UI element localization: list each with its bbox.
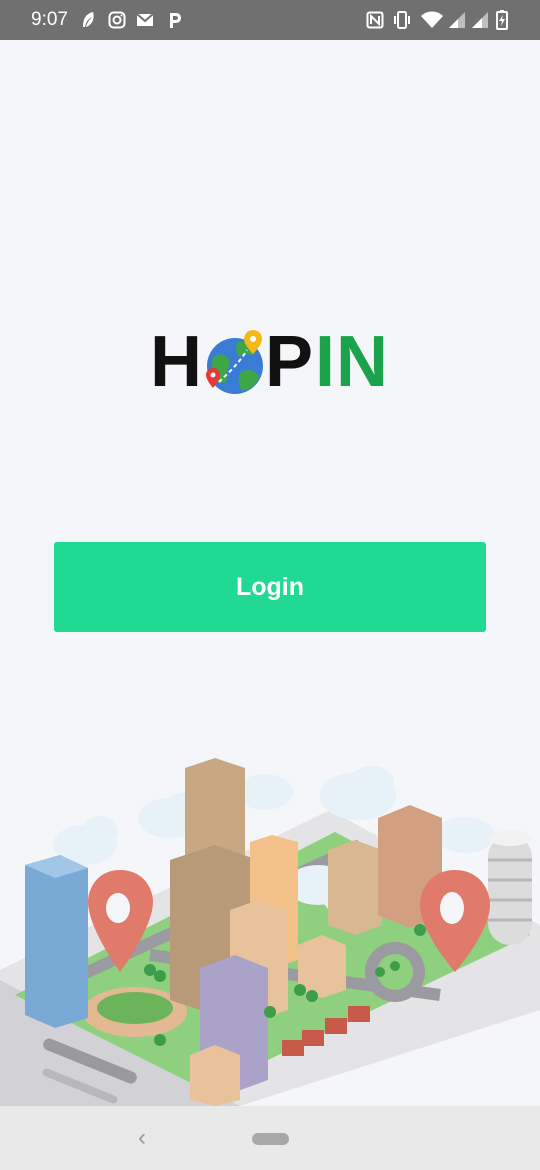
- logo-letters-in: IN: [315, 322, 389, 402]
- wifi-icon: [421, 11, 443, 28]
- battery-icon: [496, 10, 508, 30]
- globe-icon: [206, 330, 263, 394]
- vibrate-icon: [394, 11, 410, 29]
- feather-icon: [83, 12, 94, 27]
- app-logo: H P IN: [150, 322, 390, 402]
- nfc-icon: [366, 11, 384, 29]
- login-button[interactable]: Login: [54, 542, 486, 632]
- back-button[interactable]: ‹: [132, 1124, 152, 1152]
- signal-icon: [449, 12, 465, 28]
- city-illustration: [0, 758, 540, 1106]
- navigation-bar: ‹: [0, 1106, 540, 1170]
- p-icon: [170, 13, 181, 28]
- status-bar: 9:07: [0, 0, 540, 40]
- logo-letter-p: P: [265, 322, 315, 402]
- home-button[interactable]: [252, 1133, 289, 1145]
- instagram-icon: [108, 11, 126, 29]
- status-time: 9:07: [31, 9, 68, 30]
- gmail-icon: [136, 13, 154, 26]
- signal-icon: [472, 12, 488, 28]
- logo-letter-h: H: [150, 322, 203, 402]
